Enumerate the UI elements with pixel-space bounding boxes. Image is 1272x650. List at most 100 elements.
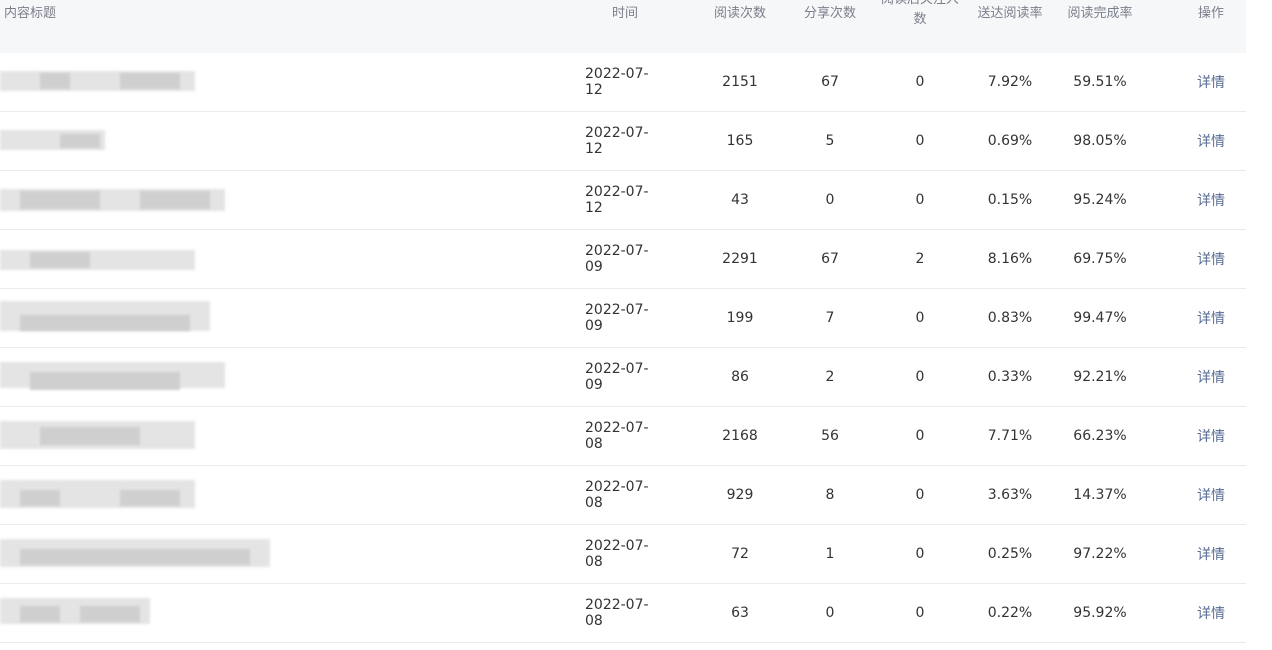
redacted-block: [40, 427, 140, 445]
cell-time: 2022-07-12: [585, 66, 649, 98]
table-row: 2022-07-08 72 1 0 0.25% 97.22% 详情: [0, 525, 1246, 584]
article-title-redacted[interactable]: [0, 466, 320, 524]
details-link[interactable]: 详情: [1186, 525, 1236, 583]
table-row: 2022-07-12 2151 67 0 7.92% 59.51% 详情: [0, 53, 1246, 112]
redacted-block: [30, 252, 90, 268]
cell-time: 2022-07-12: [585, 184, 649, 216]
details-link[interactable]: 详情: [1186, 466, 1236, 524]
cell-shares: 7: [825, 310, 835, 326]
article-title-redacted[interactable]: [0, 53, 320, 111]
redacted-block: [120, 490, 180, 506]
details-link[interactable]: 详情: [1186, 230, 1236, 288]
redacted-block: [60, 134, 100, 148]
details-link[interactable]: 详情: [1186, 289, 1236, 347]
redacted-block: [30, 372, 180, 390]
column-header-title: 内容标题: [4, 6, 57, 21]
cell-reads: 72: [731, 546, 749, 562]
column-header-action: 操作: [1197, 6, 1224, 21]
details-link[interactable]: 详情: [1186, 407, 1236, 465]
cell-reads: 199: [726, 310, 754, 326]
redacted-block: [80, 606, 140, 622]
redacted-block: [20, 191, 100, 209]
cell-follows: 2: [915, 251, 925, 267]
cell-time: 2022-07-08: [585, 479, 649, 511]
cell-reads: 2151: [722, 74, 758, 90]
column-header-reads[interactable]: 阅读次数: [700, 0, 780, 53]
details-link[interactable]: 详情: [1186, 112, 1236, 170]
cell-reach-rate: 0.33%: [987, 369, 1033, 385]
table-header: 内容标题 时间 阅读次数 分享次数 阅读后关注人数 送达阅读率 阅读完成率 操作: [0, 0, 1246, 53]
table-body: 2022-07-12 2151 67 0 7.92% 59.51% 详情 202…: [0, 53, 1246, 643]
cell-follows: 0: [915, 546, 925, 562]
cell-follows: 0: [915, 192, 925, 208]
cell-reach-rate: 0.69%: [987, 133, 1033, 149]
redacted-block: [120, 73, 180, 89]
column-header-follows[interactable]: 阅读后关注人数: [880, 0, 960, 53]
table-row: 2022-07-09 2291 67 2 8.16% 69.75% 详情: [0, 230, 1246, 289]
cell-time: 2022-07-09: [585, 243, 649, 275]
cell-follows: 0: [915, 74, 925, 90]
table-row: 2022-07-09 199 7 0 0.83% 99.47% 详情: [0, 289, 1246, 348]
redacted-block: [40, 73, 70, 89]
cell-reach-rate: 3.63%: [987, 487, 1033, 503]
cell-shares: 67: [821, 251, 839, 267]
details-link[interactable]: 详情: [1186, 584, 1236, 642]
cell-follows: 0: [915, 428, 925, 444]
content-stats-table: 内容标题 时间 阅读次数 分享次数 阅读后关注人数 送达阅读率 阅读完成率 操作…: [0, 0, 1246, 643]
cell-completion-rate: 95.92%: [1073, 605, 1127, 621]
cell-time: 2022-07-09: [585, 361, 649, 393]
cell-reach-rate: 7.71%: [987, 428, 1033, 444]
cell-time: 2022-07-09: [585, 302, 649, 334]
redacted-block: [20, 315, 190, 331]
cell-shares: 56: [821, 428, 839, 444]
cell-completion-rate: 66.23%: [1073, 428, 1127, 444]
article-title-redacted[interactable]: [0, 230, 320, 288]
table-row: 2022-07-09 86 2 0 0.33% 92.21% 详情: [0, 348, 1246, 407]
cell-completion-rate: 69.75%: [1073, 251, 1127, 267]
redacted-block: [20, 549, 250, 565]
cell-shares: 0: [825, 192, 835, 208]
cell-time: 2022-07-08: [585, 420, 649, 452]
cell-reads: 165: [726, 133, 754, 149]
cell-reach-rate: 8.16%: [987, 251, 1033, 267]
cell-follows: 0: [915, 310, 925, 326]
cell-shares: 8: [825, 487, 835, 503]
cell-completion-rate: 98.05%: [1073, 133, 1127, 149]
details-link[interactable]: 详情: [1186, 53, 1236, 111]
cell-completion-rate: 59.51%: [1073, 74, 1127, 90]
column-header-time[interactable]: 时间: [585, 0, 665, 53]
cell-reach-rate: 0.15%: [987, 192, 1033, 208]
cell-reach-rate: 0.22%: [987, 605, 1033, 621]
table-row: 2022-07-08 929 8 0 3.63% 14.37% 详情: [0, 466, 1246, 525]
redacted-block: [20, 490, 60, 506]
cell-time: 2022-07-12: [585, 125, 649, 157]
article-title-redacted[interactable]: [0, 584, 320, 642]
column-header-reach-rate[interactable]: 送达阅读率: [970, 0, 1050, 53]
article-title-redacted[interactable]: [0, 171, 320, 229]
article-title-redacted[interactable]: [0, 348, 320, 406]
article-title-redacted[interactable]: [0, 112, 320, 170]
cell-time: 2022-07-08: [585, 538, 649, 570]
cell-shares: 2: [825, 369, 835, 385]
table-row: 2022-07-08 63 0 0 0.22% 95.92% 详情: [0, 584, 1246, 643]
redacted-block: [20, 606, 60, 622]
cell-reads: 929: [726, 487, 754, 503]
cell-reads: 2291: [722, 251, 758, 267]
details-link[interactable]: 详情: [1186, 171, 1236, 229]
article-title-redacted[interactable]: [0, 407, 320, 465]
article-title-redacted[interactable]: [0, 289, 320, 347]
details-link[interactable]: 详情: [1186, 348, 1236, 406]
table-row: 2022-07-08 2168 56 0 7.71% 66.23% 详情: [0, 407, 1246, 466]
cell-shares: 0: [825, 605, 835, 621]
cell-reads: 63: [731, 605, 749, 621]
cell-reads: 86: [731, 369, 749, 385]
cell-time: 2022-07-08: [585, 597, 649, 629]
column-header-shares[interactable]: 分享次数: [790, 0, 870, 53]
cell-follows: 0: [915, 487, 925, 503]
cell-shares: 5: [825, 133, 835, 149]
cell-reach-rate: 7.92%: [987, 74, 1033, 90]
article-title-redacted[interactable]: [0, 525, 320, 583]
cell-follows: 0: [915, 133, 925, 149]
cell-shares: 67: [821, 74, 839, 90]
column-header-completion-rate[interactable]: 阅读完成率: [1060, 0, 1140, 53]
